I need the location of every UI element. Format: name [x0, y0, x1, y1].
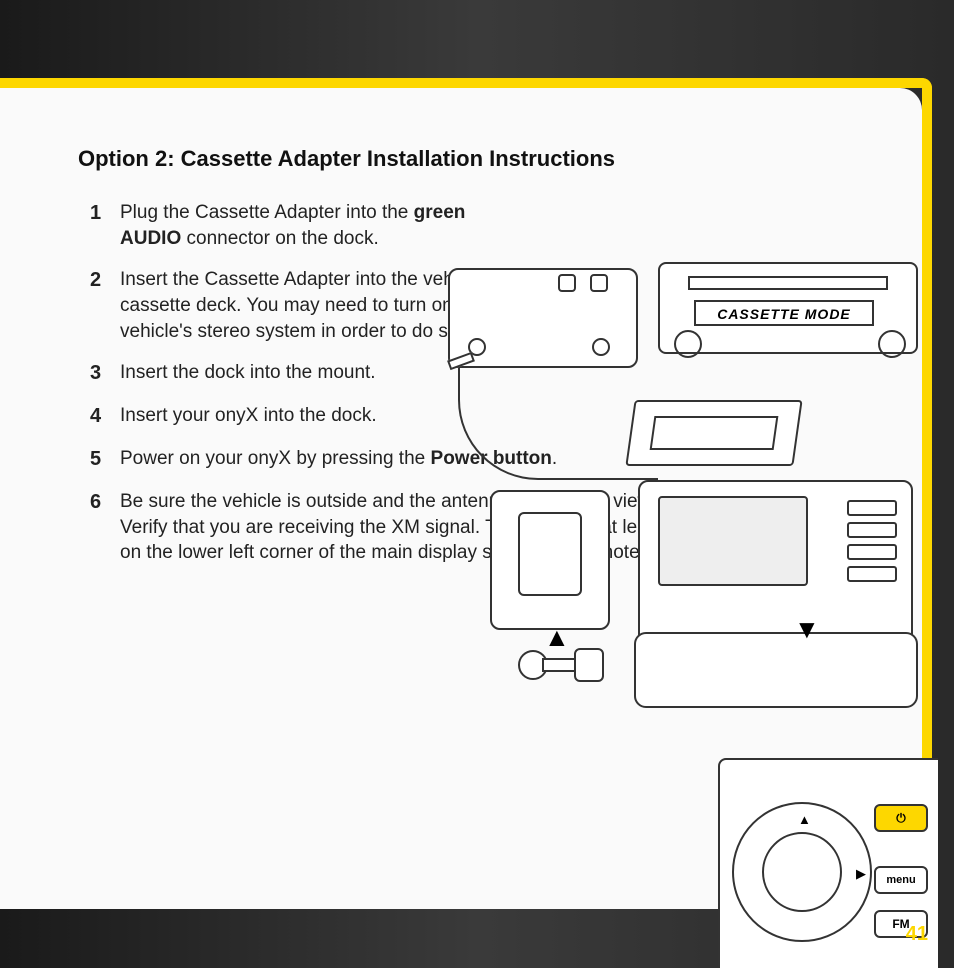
onyx-receiver-illustration — [638, 480, 913, 650]
mount-dock-illustration — [490, 490, 610, 630]
step-number: 6 — [78, 489, 120, 566]
step-number: 5 — [78, 446, 120, 473]
step-text-post: connector on the dock. — [181, 228, 379, 249]
nav-right-icon: ▶ — [856, 866, 866, 882]
arrow-down-icon: ▼ — [794, 614, 820, 645]
step-text-pre: Plug the Cassette Adapter into the — [120, 202, 414, 223]
step-4: 4 Insert your onyX into the dock. — [78, 403, 518, 430]
step-text: Plug the Cassette Adapter into the green… — [120, 200, 518, 251]
step-number: 4 — [78, 403, 120, 430]
dock-screw-icon — [590, 274, 608, 292]
body-area: 1 Plug the Cassette Adapter into the gre… — [78, 200, 862, 566]
power-button-icon: ⏻ — [874, 804, 928, 832]
accent-border-top — [0, 78, 932, 88]
stereo-knob-icon — [878, 330, 906, 358]
step-number: 1 — [78, 200, 120, 251]
cassette-adapter-illustration — [625, 400, 802, 466]
dock-illustration — [448, 268, 638, 368]
nav-up-icon: ▲ — [798, 812, 811, 827]
page-number: 41 — [906, 923, 928, 946]
stereo-display: CASSETTE MODE — [694, 300, 874, 326]
page-card: Option 2: Cassette Adapter Installation … — [0, 88, 922, 909]
step-number: 2 — [78, 267, 120, 344]
cassette-slot-icon — [688, 276, 888, 290]
section-heading: Option 2: Cassette Adapter Installation … — [78, 146, 862, 172]
step-text-pre: Power on your onyX by pressing the — [120, 448, 431, 469]
dock-screw-icon — [558, 274, 576, 292]
receiver-dock-base-illustration — [634, 632, 918, 708]
step-1: 1 Plug the Cassette Adapter into the gre… — [78, 200, 518, 251]
menu-button-icon: menu — [874, 866, 928, 894]
step-number: 3 — [78, 360, 120, 387]
arrow-up-icon: ▲ — [544, 622, 570, 653]
stereo-knob-icon — [674, 330, 702, 358]
